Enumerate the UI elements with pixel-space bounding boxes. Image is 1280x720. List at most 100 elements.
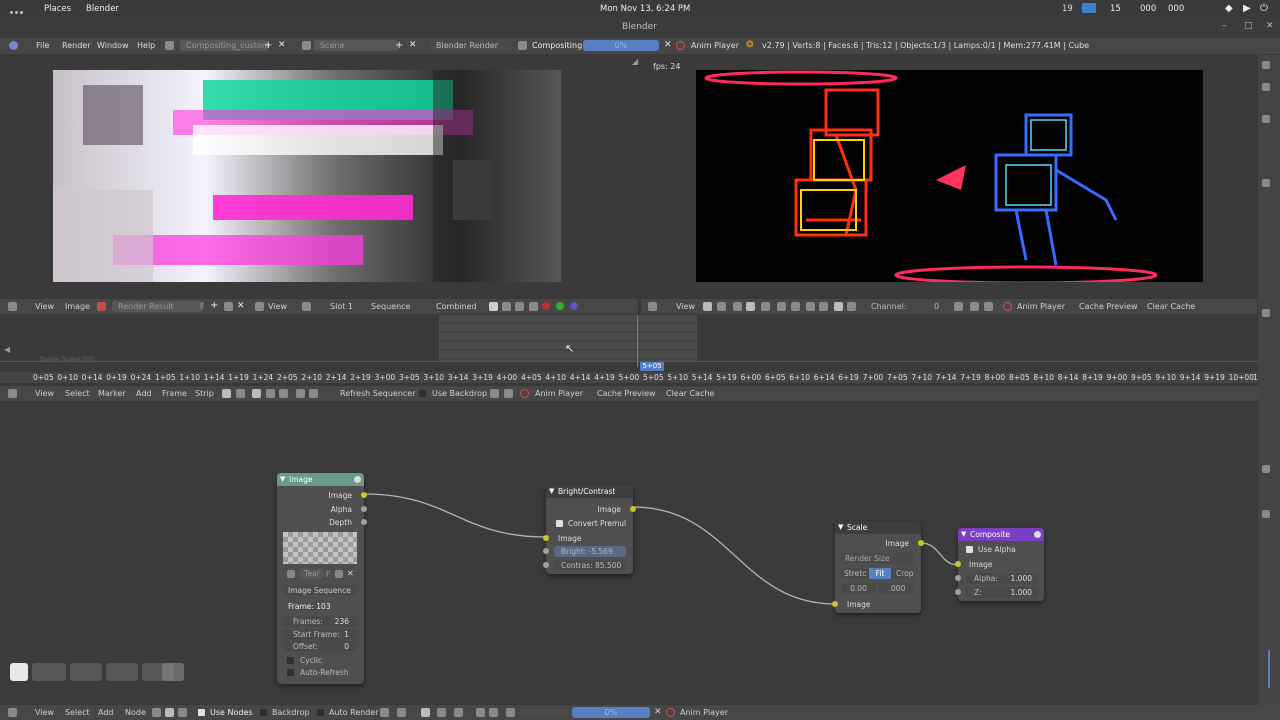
cancel-progress-icon[interactable]: ✕ bbox=[654, 707, 662, 717]
node-preview-icon[interactable] bbox=[354, 476, 361, 483]
input-alpha-socket[interactable] bbox=[955, 575, 961, 581]
image-name-field[interactable]: Tear bbox=[300, 569, 324, 579]
remove-layout-icon[interactable]: ✕ bbox=[278, 40, 286, 50]
anim-player-cancel-icon[interactable] bbox=[520, 389, 529, 398]
menu-file[interactable]: File bbox=[36, 41, 49, 50]
snap-icon[interactable] bbox=[380, 708, 389, 717]
display-mode-icon[interactable] bbox=[717, 302, 726, 311]
open-image-icon[interactable] bbox=[224, 302, 233, 311]
output-depth-socket[interactable] bbox=[361, 519, 367, 525]
gpu-icon[interactable] bbox=[819, 302, 828, 311]
menu-view[interactable]: View bbox=[676, 302, 695, 311]
fake-user-button[interactable]: F bbox=[200, 302, 205, 311]
menu-render[interactable]: Render bbox=[62, 41, 90, 50]
toolbar-button-2[interactable] bbox=[32, 663, 66, 681]
input-image-socket[interactable] bbox=[832, 601, 838, 607]
input-z-socket[interactable] bbox=[955, 589, 961, 595]
output-image-socket[interactable] bbox=[918, 540, 924, 546]
frame-icon[interactable] bbox=[806, 302, 815, 311]
minimize-icon[interactable]: – bbox=[1222, 21, 1227, 31]
menu-window[interactable]: Window bbox=[97, 41, 129, 50]
compositing-nodes-icon[interactable] bbox=[165, 708, 174, 717]
cache-preview-button[interactable]: Cache Preview bbox=[1079, 302, 1138, 311]
menu-view[interactable]: View bbox=[35, 389, 54, 398]
toolbar-button-1[interactable] bbox=[10, 663, 28, 681]
scroll-handle-icon[interactable]: ◀ bbox=[4, 345, 10, 354]
playhead-line[interactable] bbox=[637, 315, 638, 367]
fake-user-toggle[interactable]: F bbox=[326, 570, 330, 579]
strip-icon-5[interactable] bbox=[1262, 309, 1270, 317]
convert-premul-checkbox[interactable] bbox=[556, 520, 563, 527]
composite-node[interactable]: ▼ Composite Use Alpha Image Alpha: 1.000… bbox=[955, 528, 1044, 601]
offset-x-field[interactable]: 0.00 bbox=[841, 583, 876, 594]
backdrop-zoom-icon[interactable] bbox=[489, 708, 498, 717]
editor-type-icon[interactable] bbox=[8, 389, 17, 398]
volume-icon[interactable]: ▶ bbox=[1243, 3, 1251, 14]
alpha-icon[interactable] bbox=[502, 302, 511, 311]
places-menu[interactable]: Places bbox=[44, 4, 71, 14]
shader-nodes-icon[interactable] bbox=[152, 708, 161, 717]
unlink-icon[interactable]: ✕ bbox=[347, 569, 354, 578]
preview-view-icon[interactable] bbox=[236, 389, 245, 398]
power-icon[interactable]: ⏻ bbox=[1260, 3, 1268, 14]
add-scene-icon[interactable]: + bbox=[395, 40, 403, 51]
render-layer-icon[interactable] bbox=[454, 708, 463, 717]
backdrop-move-icon[interactable] bbox=[476, 708, 485, 717]
strip-icon-4[interactable] bbox=[1262, 179, 1270, 187]
menu-frame[interactable]: Frame bbox=[162, 389, 187, 398]
anim-icon[interactable] bbox=[984, 302, 993, 311]
composite-node-header[interactable]: ▼ Composite bbox=[958, 528, 1044, 541]
frames-field[interactable]: Frames: 236 bbox=[283, 616, 357, 627]
channel-icon[interactable] bbox=[761, 302, 770, 311]
toolbar-button-3[interactable] bbox=[70, 663, 102, 681]
menu-view[interactable]: View bbox=[35, 302, 54, 311]
crop-option[interactable]: Crop bbox=[896, 569, 914, 578]
menu-view-2[interactable]: View bbox=[268, 302, 287, 311]
texture-nodes-icon[interactable] bbox=[178, 708, 187, 717]
strip-icon-6[interactable] bbox=[1262, 465, 1270, 473]
overlay-icon[interactable] bbox=[733, 302, 742, 311]
node-editor-area[interactable]: ▼ Image Image Alpha Depth Tear F ✕ Image… bbox=[0, 402, 1258, 704]
strip-icon-2[interactable] bbox=[1262, 83, 1270, 91]
render-icon[interactable] bbox=[490, 389, 499, 398]
blue-channel-icon[interactable] bbox=[570, 302, 578, 310]
editor-type-icon[interactable] bbox=[8, 302, 17, 311]
image-name-field[interactable]: Render Result bbox=[112, 301, 204, 312]
scale-node[interactable]: ▼ Scale Image Render Size Stretc Fit Cro… bbox=[832, 521, 924, 613]
copy-icon[interactable] bbox=[421, 708, 430, 717]
image-browse-icon[interactable] bbox=[287, 570, 295, 578]
image-editor-area[interactable]: ◢ bbox=[0, 55, 638, 298]
scene-field[interactable]: Scene bbox=[314, 40, 398, 51]
use-backdrop-checkbox[interactable] bbox=[419, 390, 426, 397]
anim-player-cancel-icon[interactable] bbox=[676, 41, 685, 50]
menu-view[interactable]: View bbox=[35, 708, 54, 717]
collapse-icon[interactable]: ▼ bbox=[280, 473, 285, 486]
draw-channels-icon[interactable] bbox=[489, 302, 498, 311]
contrast-field[interactable]: Contras: 85.500 bbox=[554, 560, 626, 571]
use-alpha-checkbox[interactable] bbox=[966, 546, 973, 553]
paste-icon[interactable] bbox=[437, 708, 446, 717]
anim-player-button[interactable]: Anim Player bbox=[535, 389, 583, 398]
menu-strip[interactable]: Strip bbox=[195, 389, 214, 398]
clear-cache-button[interactable]: Clear Cache bbox=[1147, 302, 1195, 311]
cyclic-checkbox[interactable] bbox=[287, 657, 294, 664]
snap-element-icon[interactable] bbox=[397, 708, 406, 717]
node-preview-icon[interactable] bbox=[1034, 531, 1041, 538]
editor-type-icon[interactable] bbox=[8, 708, 17, 717]
menu-add[interactable]: Add bbox=[136, 389, 152, 398]
overlay-toggle-icon[interactable] bbox=[266, 389, 275, 398]
bright-contrast-node[interactable]: ▼ Bright/Contrast Image Convert Premul I… bbox=[543, 485, 636, 574]
scale-node-header[interactable]: ▼ Scale bbox=[835, 521, 921, 534]
backdrop-fit-icon[interactable] bbox=[506, 708, 515, 717]
menu-select[interactable]: Select bbox=[65, 389, 90, 398]
current-frame-indicator[interactable]: 5+05 bbox=[640, 362, 664, 371]
view-type-icon[interactable] bbox=[703, 302, 712, 311]
fit-option[interactable]: Fit bbox=[869, 568, 891, 579]
app-menu[interactable]: Blender bbox=[86, 4, 119, 14]
zoom-icon[interactable] bbox=[791, 302, 800, 311]
new-image-icon[interactable]: + bbox=[210, 300, 218, 311]
audio-icon[interactable] bbox=[309, 389, 318, 398]
output-image-socket[interactable] bbox=[630, 506, 636, 512]
layer-select[interactable]: Sequence bbox=[371, 302, 410, 311]
menu-add[interactable]: Add bbox=[98, 708, 114, 717]
